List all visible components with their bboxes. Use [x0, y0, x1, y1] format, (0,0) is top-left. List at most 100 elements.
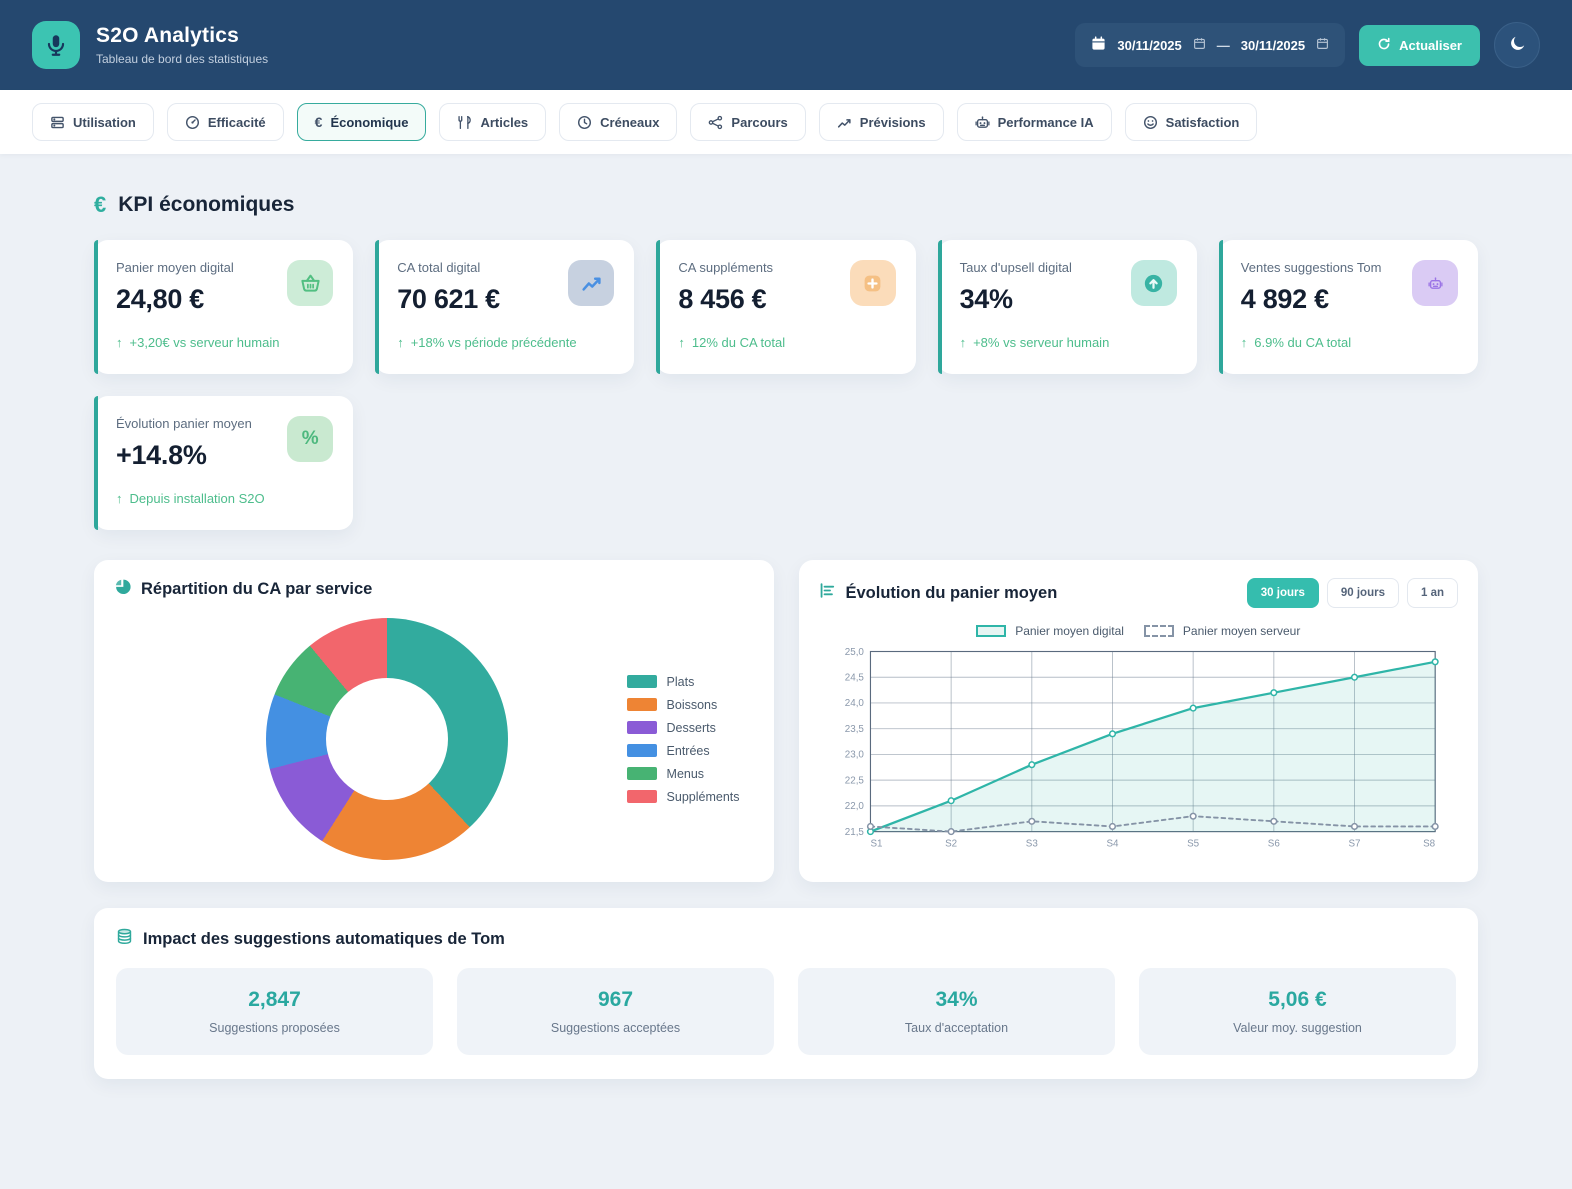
- legend-item-boissons[interactable]: Boissons: [626, 697, 740, 712]
- svg-text:23,5: 23,5: [844, 724, 864, 735]
- impact-stat-value: 2,847: [248, 988, 301, 1011]
- coins-icon: [116, 928, 133, 950]
- tab-label: Satisfaction: [1165, 114, 1240, 130]
- kpi-trend: ↑ +8% vs serveur humain: [960, 335, 1175, 350]
- series-swatch: [976, 625, 1007, 637]
- legend-label: Menus: [666, 766, 705, 781]
- legend-swatch: [626, 767, 657, 780]
- range-button-30-jours[interactable]: 30 jours: [1246, 578, 1319, 608]
- tab-articles[interactable]: Articles: [439, 103, 547, 141]
- legend-item-menus[interactable]: Menus: [626, 766, 740, 781]
- tab-utilisation[interactable]: Utilisation: [32, 103, 154, 141]
- date-from-input[interactable]: 30/11/2025: [1117, 38, 1181, 53]
- date-to-input[interactable]: 30/11/2025: [1241, 38, 1305, 53]
- app-subtitle: Tableau de bord des statistiques: [96, 52, 269, 66]
- series-legend-panier-moyen-digital[interactable]: Panier moyen digital: [976, 624, 1124, 638]
- date-range-picker[interactable]: 30/11/2025 — 30/11/2025: [1075, 23, 1346, 67]
- tab-economique[interactable]: € Économique: [296, 103, 427, 141]
- impact-stat-label: Suggestions acceptées: [550, 1021, 681, 1035]
- euro-icon: €: [94, 192, 107, 217]
- tab-efficacite[interactable]: Efficacité: [166, 103, 284, 141]
- line-chart-header: Évolution du panier moyen 30 jours 90 jou…: [819, 578, 1458, 608]
- kpi-card-panier-moyen-digital: Panier moyen digital 24,80 € ↑ +3,20€ vs se…: [94, 240, 354, 374]
- impact-stat-value: 34%: [935, 988, 978, 1011]
- series-legend-panier-moyen-serveur[interactable]: Panier moyen serveur: [1143, 624, 1300, 638]
- tab-label: Efficacité: [207, 114, 266, 130]
- trend-up-icon: ↑: [1240, 335, 1248, 350]
- chart-line-icon: [568, 260, 615, 306]
- refresh-icon: [1377, 37, 1391, 54]
- svg-text:S2: S2: [945, 839, 957, 850]
- trend-up-icon: ↑: [959, 335, 967, 350]
- legend-label: Suppléments: [666, 789, 740, 804]
- legend-label: Boissons: [666, 697, 718, 712]
- legend-item-entrees[interactable]: Entrées: [626, 743, 740, 758]
- kpi-card-ca-total-digital: CA total digital 70 621 € ↑ +18% vs période…: [375, 240, 635, 374]
- impact-title-text: Impact des suggestions automatiques de T…: [143, 929, 505, 948]
- percent-icon: %: [287, 416, 334, 462]
- kpi-trend-text: +18% vs période précédente: [410, 335, 577, 350]
- robot-icon: [1412, 260, 1458, 306]
- donut-chart: [266, 618, 508, 860]
- svg-text:S1: S1: [870, 839, 882, 850]
- tab-performance-ia[interactable]: Performance IA: [956, 103, 1112, 141]
- calendar-icon: [1091, 36, 1106, 54]
- tab-label: Performance IA: [997, 114, 1094, 130]
- svg-text:22,0: 22,0: [844, 801, 864, 812]
- legend-item-supplements[interactable]: Suppléments: [626, 789, 740, 804]
- legend-swatch: [626, 721, 657, 734]
- kpi-card-ventes-suggestions-tom: Ventes suggestions Tom 4 892 € ↑ 6.9% du CA…: [1218, 240, 1478, 374]
- refresh-button[interactable]: Actualiser: [1359, 24, 1480, 66]
- euro-icon: €: [314, 114, 323, 130]
- range-button-90-jours[interactable]: 90 jours: [1326, 578, 1399, 608]
- kpi-card-evolution-panier-moyen: Évolution panier moyen +14.8% ↑ Depuis inst…: [94, 396, 354, 530]
- pie-chart-card: Répartition du CA par service Plats Boiss…: [94, 560, 774, 882]
- legend-swatch: [626, 744, 657, 757]
- donut-wrap: Plats Boissons Desserts Entrées Menus Supplém…: [114, 608, 754, 870]
- trend-up-icon: ↑: [678, 335, 685, 350]
- tab-label: Créneaux: [600, 114, 660, 130]
- kpi-card-taux-d-upsell-digital: Taux d'upsell digital 34% ↑ +8% vs serveur …: [937, 240, 1197, 374]
- trend-up-icon: ↑: [116, 491, 123, 506]
- header-actions: 30/11/2025 — 30/11/2025 Actualiser: [1075, 22, 1540, 68]
- impact-stat-suggestions-proposees: 2,847 Suggestions proposées: [116, 968, 433, 1055]
- tab-previsions[interactable]: Prévisions: [818, 103, 944, 141]
- basket-icon: [287, 260, 334, 306]
- impact-stat-taux-d-acceptation: 34% Taux d'acceptation: [798, 968, 1115, 1055]
- svg-text:S7: S7: [1348, 839, 1360, 850]
- tab-satisfaction[interactable]: Satisfaction: [1124, 103, 1258, 141]
- impact-title: Impact des suggestions automatiques de T…: [116, 928, 1456, 950]
- legend-item-plats[interactable]: Plats: [626, 675, 740, 689]
- server-icon: [50, 115, 65, 130]
- tab-label: Utilisation: [73, 114, 136, 130]
- kpi-trend-text: Depuis installation S2O: [129, 491, 265, 506]
- kpi-trend: ↑ 6.9% du CA total: [1241, 335, 1456, 350]
- utensils-icon: [457, 115, 472, 130]
- app-title: S2O Analytics: [96, 24, 240, 47]
- gauge-icon: [185, 115, 200, 130]
- pie-chart-title: Répartition du CA par service: [114, 578, 754, 600]
- date-to-picker-icon[interactable]: [1316, 37, 1329, 53]
- tab-creneaux[interactable]: Créneaux: [559, 103, 678, 141]
- legend-swatch: [626, 790, 657, 803]
- tab-label: Économique: [330, 114, 409, 130]
- kpi-section-title: € KPI économiques: [94, 192, 1478, 218]
- impact-stat-suggestions-acceptees: 967 Suggestions acceptées: [457, 968, 774, 1055]
- pie-chart-icon: [114, 578, 131, 600]
- legend-label: Desserts: [666, 720, 716, 735]
- legend-swatch: [626, 698, 657, 711]
- route-icon: [708, 115, 723, 130]
- kpi-trend-text: 6.9% du CA total: [1254, 335, 1352, 350]
- legend-item-desserts[interactable]: Desserts: [626, 720, 740, 735]
- tab-parcours[interactable]: Parcours: [690, 103, 806, 141]
- plus-icon: [849, 260, 896, 306]
- range-button-1-an[interactable]: 1 an: [1406, 578, 1458, 608]
- impact-stat-valeur-moy-suggestion: 5,06 € Valeur moy. suggestion: [1139, 968, 1456, 1055]
- svg-text:S4: S4: [1106, 839, 1119, 850]
- date-from-picker-icon[interactable]: [1193, 37, 1206, 53]
- line-chart-card: Évolution du panier moyen 30 jours 90 jou…: [798, 560, 1478, 882]
- dark-mode-toggle[interactable]: [1494, 22, 1540, 68]
- kpi-trend: ↑ 12% du CA total: [678, 335, 893, 350]
- legend-label: Entrées: [666, 743, 710, 758]
- smiley-icon: [1143, 115, 1158, 130]
